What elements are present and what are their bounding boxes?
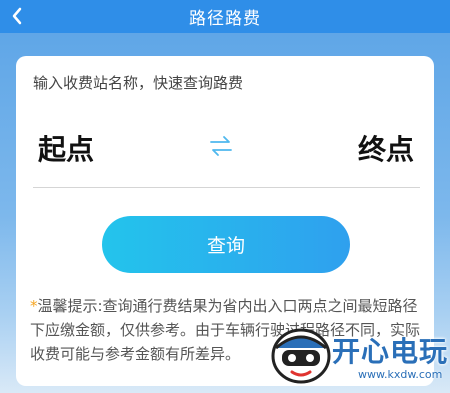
tip-marker: * [30,297,38,315]
page-title: 路径路费 [189,9,261,29]
watermark-logo: 开心电玩 www.kxdw.com [268,316,450,393]
divider [33,187,420,188]
query-button[interactable]: 查询 [102,216,350,273]
back-button[interactable] [4,4,30,28]
swap-arrows-icon[interactable] [208,134,234,158]
watermark-url: www.kxdw.com [358,368,443,381]
search-hint: 输入收费站名称，快速查询路费 [33,74,244,92]
end-station-field[interactable]: 终点 [358,128,414,168]
watermark-brand: 开心电玩 [332,335,449,368]
start-station-field[interactable]: 起点 [38,128,94,168]
chevron-left-icon [12,7,22,25]
title-bar: 路径路费 [0,0,450,33]
mascot-icon [271,328,331,384]
